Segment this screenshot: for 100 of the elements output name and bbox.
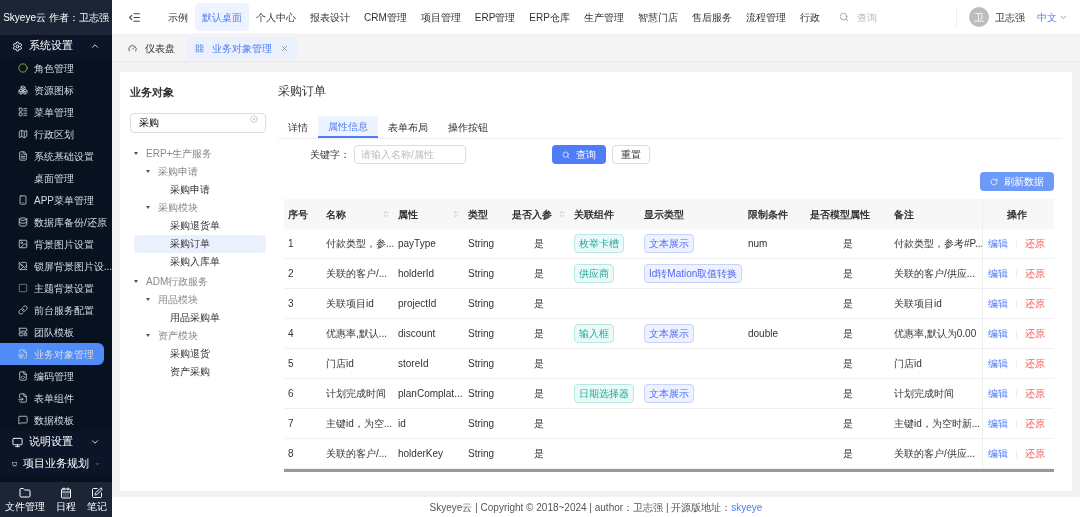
tree-node[interactable]: 采购退货单 [134,216,266,235]
tree-node[interactable]: 采购申请 [134,162,266,181]
sort-icon[interactable] [382,210,390,218]
tree-node[interactable]: ERP+生产服务 [134,144,266,163]
page-tab[interactable]: 仪表盘 [120,37,183,59]
edit-link[interactable]: 编辑 [988,326,1008,341]
tree-node[interactable]: 采购申请 [134,180,266,199]
nav-tab[interactable]: ERP仓库 [522,3,577,31]
nav-tab[interactable]: ERP管理 [467,3,523,31]
close-icon[interactable] [280,43,289,53]
caret-down-icon [146,333,150,337]
sidebar-section[interactable]: 系统设置 [0,35,112,57]
table-cell-text: 是 [534,417,544,431]
reset-button[interactable]: 重置 [612,145,650,164]
detail-tab[interactable]: 表单布局 [378,116,438,138]
edit-link[interactable]: 编辑 [988,416,1008,431]
detail-tab[interactable]: 详情 [278,116,318,138]
sidebar-item[interactable]: 前台服务配置 [0,299,112,321]
keyword-field[interactable]: 请输入名称/属性 [354,145,466,164]
column-header: 序号 [287,207,309,222]
table-cell-text: 关联的客户/供应... [894,447,976,461]
nav-tab[interactable]: 项目管理 [413,3,468,31]
nav-tab[interactable]: 示例 [161,3,195,31]
edit-link[interactable]: 编辑 [988,446,1008,461]
edit-link[interactable]: 编辑 [988,296,1008,311]
nav-tab[interactable]: 个人中心 [249,3,303,31]
sidebar-item[interactable]: 背景图片设置 [0,233,112,255]
sidebar-section[interactable]: 项目业务规划 [0,453,112,475]
search-field[interactable]: 查询 [856,9,917,25]
sidebar-item[interactable]: 主题背景设置 [0,277,112,299]
tree-node[interactable]: 资产采购 [134,362,266,380]
table-cell-text: storeId [398,357,429,371]
nav-tab[interactable]: 行政 [792,3,827,31]
tree-node[interactable]: 采购订单 [134,234,266,253]
clear-icon[interactable] [250,114,258,123]
sidebar-item[interactable]: 数据模板 [0,409,112,431]
sidebar-item[interactable]: 角色管理 [0,57,112,79]
sidebar-section[interactable]: 说明设置 [0,431,112,453]
table-cell-text: String [468,297,495,311]
sidebar-item[interactable]: APP菜单管理 [0,189,112,211]
column-header[interactable]: 名称 [322,199,394,229]
table-cell-text: 计划完成时间 [326,387,386,401]
table-cell-text: 付款类型，参... [326,237,395,251]
nav-tab[interactable]: 报表设计 [303,3,357,31]
sidebar-item[interactable]: 行政区划 [0,123,112,145]
table-cell-text: 1 [288,237,294,251]
table-cell-text: 是 [843,237,853,251]
table-cell-text: 7 [288,417,294,431]
footer-link[interactable]: skyeye [731,499,763,515]
detail-title: 采购订单 [278,83,327,100]
caret-down-icon [134,279,138,283]
nav-tab[interactable]: 流程管理 [738,3,793,31]
sort-icon[interactable] [558,210,566,218]
tree-node[interactable]: 采购模块 [134,198,266,217]
nav-tab[interactable]: 默认桌面 [195,3,249,31]
tree-node[interactable]: 资产模块 [134,326,266,344]
nav-tab[interactable]: CRM管理 [357,3,414,31]
dock-button[interactable]: 文件管理 [5,487,46,512]
tree-node[interactable]: 用品模块 [134,290,266,308]
dock-icon [19,487,32,499]
sidebar-item[interactable]: 数据库备份/还原 [0,211,112,233]
tag: Id转Mation取值转换 [644,264,743,283]
nav-tab[interactable]: 售后服务 [684,3,739,31]
search-icon [562,150,570,159]
page-tab[interactable]: 业务对象管理 [187,37,297,59]
language-select[interactable]: 中文 [1037,9,1068,25]
edit-link[interactable]: 编辑 [988,386,1008,401]
tree-node[interactable]: 采购入库单 [134,252,266,271]
detail-tab[interactable]: 操作按钮 [438,116,498,138]
edit-link[interactable]: 编辑 [988,236,1008,251]
sidebar-item[interactable]: 表单组件 [0,387,112,409]
column-header[interactable]: 是否入参 [508,199,570,229]
edit-link[interactable]: 编辑 [988,356,1008,371]
sidebar-item[interactable]: 桌面管理 [0,167,112,189]
nav-tab[interactable]: 生产管理 [576,3,631,31]
query-button[interactable]: 查询 [552,145,606,164]
table-cell-text: 主键id，为空... [326,417,393,431]
edit-link[interactable]: 编辑 [988,266,1008,281]
sidebar-item[interactable]: 菜单管理 [0,101,112,123]
dock-button[interactable]: 笔记 [86,487,107,512]
sidebar-item[interactable]: 团队模板 [0,321,112,343]
user-name: 卫志强 [995,10,1025,25]
sort-icon[interactable] [452,210,460,218]
nav-tab[interactable]: 智慧门店 [630,3,685,31]
tree-search-field[interactable]: 采购 [130,112,266,133]
sidebar-item[interactable]: 锁屏背景图片设... [0,255,112,277]
column-header[interactable]: 属性 [394,199,464,229]
table-cell-text: 关联的客户/供应... [894,267,976,281]
sidebar-item[interactable]: 资源图标 [0,79,112,101]
tree-node[interactable]: 采购退货 [134,344,266,362]
panel-title: 业务对象 [130,85,175,100]
tag: 枚举卡槽 [574,234,624,253]
table-cell-text: 是 [534,327,544,341]
detail-tab[interactable]: 属性信息 [318,116,378,138]
sidebar-item[interactable]: 系统基础设置 [0,145,112,167]
tree-node[interactable]: 用品采购单 [134,308,266,326]
table-cell-text: num [748,237,768,251]
dock-button[interactable]: 日程 [56,487,76,512]
sidebar-item[interactable]: 编码管理 [0,365,112,387]
tree-node[interactable]: ADM行政服务 [134,272,266,290]
